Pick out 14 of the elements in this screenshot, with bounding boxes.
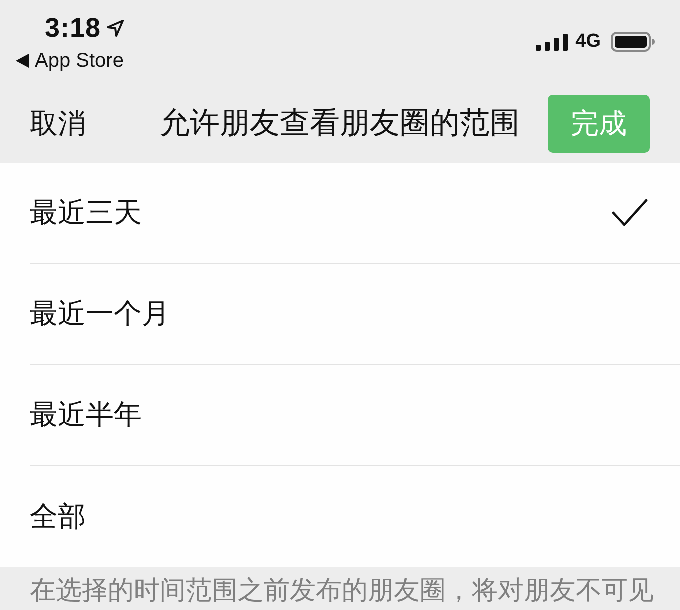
option-item[interactable]: 全部 — [30, 466, 680, 567]
option-item[interactable]: 最近半年 — [30, 365, 680, 466]
back-icon — [16, 54, 29, 68]
option-item[interactable]: 最近一个月 — [30, 264, 680, 365]
location-arrow-icon — [107, 20, 124, 36]
cancel-button[interactable]: 取消 — [30, 107, 86, 141]
network-label: 4G — [576, 32, 601, 52]
back-link[interactable]: App Store — [16, 50, 124, 72]
status-time: 3:18 — [45, 14, 102, 42]
signal-icon — [536, 34, 568, 50]
page-title: 允许朋友查看朋友圈的范围 — [160, 106, 520, 142]
option-item[interactable]: 最近三天 — [30, 163, 680, 264]
battery-icon — [611, 32, 655, 52]
footer-note: 在选择的时间范围之前发布的朋友圈，将对朋友不可见 — [29, 575, 655, 608]
